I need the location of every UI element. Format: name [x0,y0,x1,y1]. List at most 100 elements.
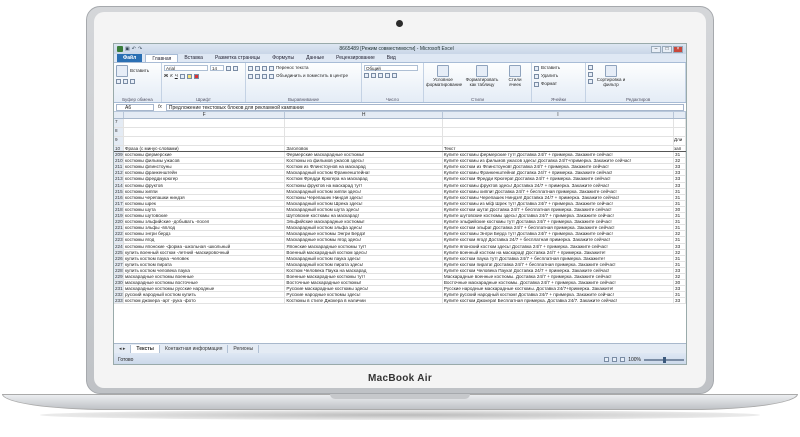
row-header[interactable]: 212 [114,170,124,176]
title-cell[interactable]: Костюм Человека Паука на маскарад [285,267,443,273]
phrase-cell[interactable]: купить костюм паука -человек [124,255,286,261]
row-header[interactable]: 226 [114,255,124,261]
fx-icon[interactable]: fx [158,104,162,110]
grow-font-icon[interactable] [226,65,231,71]
grid-cell[interactable] [285,137,443,145]
phrase-cell[interactable]: костюмы шута [124,206,286,213]
title-cell[interactable]: Костюм Фредди Крюгера на маскарад [285,176,443,182]
text-cell[interactable]: Восточные маскарадные костюмы. Доставка … [443,280,675,286]
row-header[interactable]: 228 [114,267,124,273]
row-header[interactable]: 220 [114,219,124,225]
phrase-cell[interactable]: костюмы ягод [124,237,286,243]
currency-icon[interactable] [364,73,369,78]
normal-view-icon[interactable] [604,357,610,362]
text-cell[interactable]: Купите костюмы фруктов здесь! Доставка 2… [443,182,675,188]
title-cell[interactable]: Русские народные костюмы здесь! [285,292,443,298]
phrase-cell[interactable]: костюмы шрек [124,200,286,206]
length-cell[interactable]: 33 [674,267,686,273]
cell-styles-button[interactable]: Стили ячеек [504,65,526,100]
tab-formulas[interactable]: Формулы [266,54,300,62]
length-header-top[interactable]: Дли [674,137,686,145]
row-header[interactable]: 219 [114,213,124,219]
tab-data[interactable]: Данные [300,54,330,62]
phrase-cell[interactable]: костюмы фредди крюгер [124,176,286,182]
row-header[interactable]: 222 [114,231,124,237]
text-cell[interactable]: Купите костюмы фермерские тут! Доставка … [443,152,675,158]
grid-cell[interactable] [124,137,286,145]
text-cell[interactable]: Купите шутовские костюмы здесь! Доставка… [443,213,675,219]
title-cell[interactable]: Маскарадный костюм пирата здесь! [285,261,443,267]
font-color-icon[interactable] [193,73,199,79]
formula-input[interactable]: Предложение текстовых блоков для рекламн… [165,103,684,111]
cut-icon[interactable] [116,79,121,84]
orientation-icon[interactable] [269,65,274,71]
indent-icon[interactable] [269,73,274,79]
phrase-cell[interactable]: костюмы хиппи [124,188,286,194]
row-header[interactable]: 211 [114,164,124,170]
page-break-view-icon[interactable] [620,357,626,362]
italic-icon[interactable]: К [170,73,173,79]
length-cell[interactable]: 31 [674,152,686,158]
close-icon[interactable]: × [673,45,683,53]
title-cell[interactable]: Костюмы в стиле Джокера в наличии [285,298,443,304]
insert-cells-button[interactable]: Вставить [541,65,560,71]
text-cell[interactable]: Купите костюмы из фильмов ужасов здесь! … [443,158,675,164]
fill-icon[interactable] [588,72,593,77]
save-icon[interactable]: ▣ [125,46,130,52]
text-cell[interactable]: Купите эльфийские костюмы тут! Доставка … [443,219,675,225]
text-cell[interactable]: Купите костюмы из м/ф Шрек тут! Доставка… [443,200,675,206]
length-cell[interactable]: 32 [674,249,686,255]
phrase-cell[interactable]: купить костюм человека паука [124,267,286,273]
length-cell[interactable]: 31 [674,194,686,200]
align-right-icon[interactable] [262,73,267,79]
title-cell[interactable]: Костюм из Флинстоунов на маскарад [285,164,443,170]
header-text[interactable]: Текст [443,146,675,152]
phrase-cell[interactable]: костюмы фильмы ужасов [124,158,286,164]
text-cell[interactable]: Купите русский народный костюм! Доставка… [443,292,675,298]
phrase-cell[interactable]: костюмы японские -форма -школьная -школь… [124,243,286,249]
row-header[interactable]: 224 [114,243,124,249]
phrase-cell[interactable]: костюмы черепашки ниндзя [124,194,286,200]
length-cell[interactable]: 33 [674,243,686,249]
header-length[interactable]: зап [674,146,686,152]
title-cell[interactable]: Восточные маскарадные костюмы! [285,280,443,286]
header-phrase[interactable]: Фраза (с минус-словами) [124,146,286,152]
phrase-cell[interactable]: костюмы франкенштейн [124,170,286,176]
shrink-font-icon[interactable] [233,65,238,71]
column-header-i[interactable]: I [443,112,675,118]
undo-icon[interactable]: ↶ [132,46,136,52]
column-header-next[interactable] [674,112,686,118]
length-cell[interactable]: 31 [674,225,686,231]
delete-cells-button[interactable]: Удалить [541,73,558,79]
row-header[interactable]: 233 [114,298,124,304]
title-cell[interactable]: Костюмы Черепашек Ниндзя здесь! [285,194,443,200]
title-cell[interactable]: Фермерские маскарадные костюмы! [285,152,443,158]
clear-icon[interactable] [588,79,593,84]
title-cell[interactable]: Эльфийские маскарадные костюмы! [285,219,443,225]
sheet-tab-texts[interactable]: Тексты [131,344,160,353]
row-header[interactable]: 10 [114,146,124,152]
length-cell[interactable]: 31 [674,219,686,225]
phrase-cell[interactable]: костюмы фруктов [124,182,286,188]
grid-cell[interactable] [443,119,675,127]
title-cell[interactable]: Маскарадный костюм шута здесь! [285,206,443,213]
comma-icon[interactable] [378,73,383,78]
text-cell[interactable]: Купите костюм шута! Доставка 24/7 + бесп… [443,206,675,213]
grid-cell[interactable] [124,128,286,136]
select-all-corner[interactable] [114,112,124,118]
length-cell[interactable]: 31 [674,200,686,206]
row-header[interactable]: 225 [114,249,124,255]
length-cell[interactable]: 32 [674,158,686,164]
format-painter-icon[interactable] [130,79,135,84]
format-cells-button[interactable]: Формат [541,81,557,87]
row-header[interactable]: 209 [114,152,124,158]
align-left-icon[interactable] [248,73,253,79]
text-cell[interactable]: Купите костюм Человека Паука! Доставка 2… [443,267,675,273]
title-cell[interactable]: Маскарадный костюм Франкенштейна! [285,170,443,176]
grid-cell[interactable] [674,128,686,136]
length-cell[interactable]: 33 [674,176,686,182]
align-bottom-icon[interactable] [262,65,267,71]
copy-icon[interactable] [123,79,128,84]
row-header[interactable]: 227 [114,261,124,267]
sheet-grid[interactable]: 7 8 9 Дли 10 Фраза (с минус-словами) Заго… [114,119,686,305]
